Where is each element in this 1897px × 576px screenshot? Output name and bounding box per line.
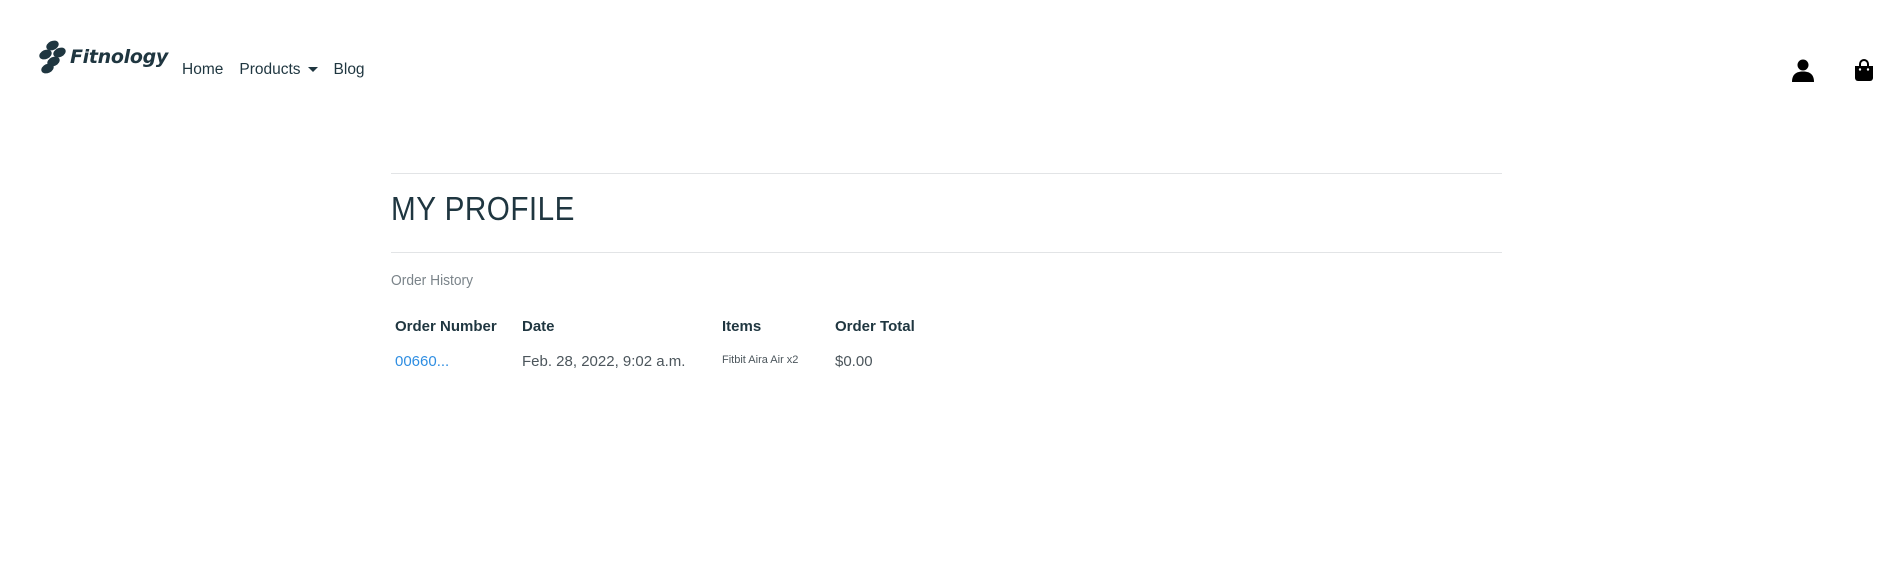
page-title: MY PROFILE (391, 190, 575, 227)
nav-products-label: Products (239, 61, 301, 78)
fitnology-logo-icon (37, 38, 68, 76)
header-date: Date (522, 318, 555, 335)
caret-down-icon (307, 66, 318, 72)
order-total-cell: $0.00 (835, 352, 873, 370)
table-row: 00660... Feb. 28, 2022, 9:02 a.m. Fitbit… (391, 339, 921, 383)
header-order-total: Order Total (835, 318, 915, 335)
user-icon[interactable] (1792, 59, 1814, 82)
divider-top (391, 173, 1502, 174)
order-number-cell: 00660... (391, 339, 518, 383)
nav-home-link[interactable]: Home (182, 61, 223, 79)
brand-name: Fitnology (70, 46, 169, 68)
divider-title (391, 252, 1502, 253)
order-items-text: Fitbit Aira Air x2 (722, 353, 799, 366)
order-history-table: Order Number Date Items Order Total 0066… (391, 314, 921, 383)
shopping-bag-icon[interactable] (1854, 59, 1874, 81)
nav-products-dropdown[interactable]: Products (239, 61, 318, 79)
nav-blog-link[interactable]: Blog (334, 61, 365, 79)
main-nav: Home Products Blog (182, 61, 365, 79)
table-header-row: Order Number Date Items Order Total (391, 314, 921, 339)
brand-logo[interactable]: Fitnology (37, 38, 169, 76)
order-date-cell: Feb. 28, 2022, 9:02 a.m. (522, 352, 686, 370)
order-items-cell: Fitbit Aira Air x2 (718, 339, 831, 383)
order-history-label: Order History (391, 272, 474, 289)
header-order-number: Order Number (395, 318, 497, 335)
header-items: Items (722, 318, 762, 335)
order-number-link[interactable]: 00660... (395, 353, 449, 370)
